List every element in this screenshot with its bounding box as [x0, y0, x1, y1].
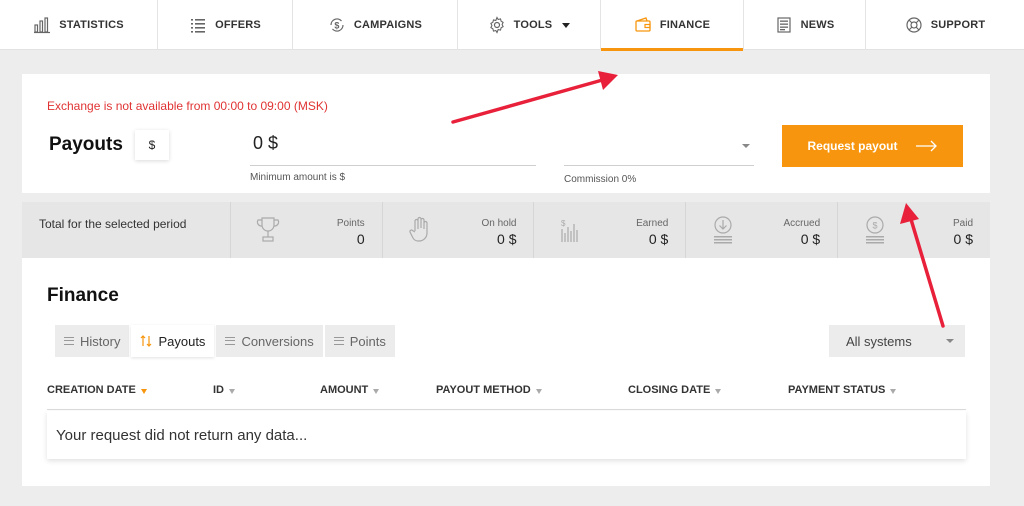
period-totals-bar: Total for the selected period Points 0 O…: [22, 202, 990, 258]
column-payment-status[interactable]: PAYMENT STATUS: [788, 384, 897, 396]
commission-hint: Commission 0%: [564, 174, 637, 185]
tab-conversions-label: Conversions: [241, 333, 314, 349]
nav-statistics-label: STATISTICS: [59, 19, 124, 31]
gear-icon: [489, 16, 504, 34]
sort-icon: [229, 388, 235, 394]
finance-tabs: History Payouts Conversions Points: [55, 325, 397, 357]
systems-filter-select[interactable]: All systems: [829, 325, 965, 357]
empty-results-message: Your request did not return any data...: [47, 411, 966, 459]
top-navigation: STATISTICS OFFERS $ CAMPAIGNS TOOLS FINA…: [0, 0, 1024, 51]
column-payout-method-label: PAYOUT METHOD: [436, 384, 531, 396]
nav-tools[interactable]: TOOLS: [458, 0, 601, 50]
stat-accrued-name: Accrued: [783, 218, 821, 229]
column-amount[interactable]: AMOUNT: [320, 384, 380, 396]
list-icon: [225, 337, 236, 345]
tab-points[interactable]: Points: [324, 325, 395, 357]
column-closing-date-label: CLOSING DATE: [628, 384, 711, 396]
chart-icon: [34, 17, 51, 34]
amount-input[interactable]: 0 $: [250, 130, 536, 166]
nav-finance-label: FINANCE: [659, 19, 711, 31]
period-totals-label: Total for the selected period: [22, 202, 231, 258]
stat-paid: $ Paid 0 $: [838, 202, 990, 258]
svg-text:$: $: [873, 221, 878, 231]
svg-text:$: $: [561, 219, 566, 228]
list-icon: [333, 337, 344, 345]
stat-points: Points 0: [231, 202, 383, 258]
stat-earned-value: 0 $: [648, 231, 669, 247]
sort-icon: [535, 388, 542, 394]
lifebuoy-icon: [906, 17, 922, 33]
chevron-down-icon: [562, 22, 571, 28]
stat-on-hold-name: On hold: [481, 218, 517, 229]
sort-icon: [715, 388, 722, 394]
nav-news-label: NEWS: [800, 19, 835, 31]
sort-arrows-icon: [141, 335, 152, 347]
request-payout-label: Request payout: [807, 139, 898, 153]
nav-finance[interactable]: FINANCE: [601, 0, 744, 51]
exchange-warning: Exchange is not available from 00:00 to …: [47, 99, 328, 113]
chevron-down-icon: [742, 144, 750, 148]
svg-text:$: $: [334, 21, 339, 31]
nav-campaigns-label: CAMPAIGNS: [353, 19, 423, 31]
list-icon: [191, 19, 206, 33]
currency-selector[interactable]: $: [135, 130, 169, 160]
list-icon: [64, 337, 74, 345]
stat-earned: $ Earned 0 $: [534, 202, 687, 258]
nav-support[interactable]: SUPPORT: [866, 0, 1024, 50]
nav-statistics[interactable]: STATISTICS: [0, 0, 158, 50]
column-creation-date-label: CREATION DATE: [47, 384, 136, 396]
download-coin-icon: [714, 216, 733, 244]
hand-icon: [409, 216, 428, 242]
table-header: CREATION DATE ID AMOUNT PAYOUT METHOD CL…: [47, 384, 966, 410]
nav-support-label: SUPPORT: [930, 19, 986, 31]
request-payout-button[interactable]: Request payout: [782, 125, 963, 167]
column-id[interactable]: ID: [213, 384, 235, 396]
sort-icon: [890, 388, 897, 394]
nav-news[interactable]: NEWS: [744, 0, 866, 50]
column-closing-date[interactable]: CLOSING DATE: [628, 384, 722, 396]
chevron-down-icon: [946, 339, 954, 343]
arrow-right-icon: [915, 140, 937, 152]
sort-desc-icon: [140, 388, 147, 394]
column-payout-method[interactable]: PAYOUT METHOD: [436, 384, 542, 396]
newspaper-icon: [776, 17, 791, 33]
finance-heading: Finance: [47, 285, 119, 306]
trophy-icon: [256, 217, 279, 242]
stat-accrued: Accrued 0 $: [686, 202, 839, 258]
coin-stack-icon: $: [866, 216, 885, 244]
column-id-label: ID: [213, 384, 224, 396]
stat-earned-name: Earned: [636, 218, 669, 229]
tab-payouts-label: Payouts: [158, 333, 206, 349]
nav-campaigns[interactable]: $ CAMPAIGNS: [293, 0, 458, 50]
stat-paid-name: Paid: [953, 218, 974, 229]
systems-filter-value: All systems: [846, 333, 912, 349]
column-creation-date[interactable]: CREATION DATE: [47, 384, 147, 396]
bar-chart-dollar-icon: $: [561, 219, 579, 242]
nav-offers[interactable]: OFFERS: [158, 0, 293, 50]
stat-points-name: Points: [336, 218, 365, 229]
dollar-cycle-icon: $: [330, 18, 344, 32]
finance-panel: Finance History Payouts Conversions Poin…: [22, 258, 990, 486]
stat-on-hold-value: 0 $: [497, 231, 517, 247]
nav-tools-label: TOOLS: [513, 19, 553, 31]
nav-offers-label: OFFERS: [215, 19, 261, 31]
stat-on-hold: On hold 0 $: [383, 202, 535, 258]
stat-accrued-value: 0 $: [800, 231, 821, 247]
payout-panel: Exchange is not available from 00:00 to …: [22, 74, 990, 193]
tab-points-label: Points: [349, 333, 386, 349]
column-amount-label: AMOUNT: [320, 384, 369, 396]
stat-paid-value: 0 $: [953, 231, 974, 247]
sort-icon: [373, 388, 380, 394]
wallet-icon: [635, 17, 651, 32]
payout-system-select[interactable]: [564, 130, 754, 166]
tab-history[interactable]: History: [55, 325, 130, 357]
minimum-amount-hint: Minimum amount is $: [250, 172, 346, 183]
tab-conversions[interactable]: Conversions: [216, 325, 323, 357]
column-payment-status-label: PAYMENT STATUS: [788, 384, 886, 396]
tab-history-label: History: [80, 333, 121, 349]
stat-points-value: 0: [356, 231, 365, 247]
tab-payouts[interactable]: Payouts: [131, 325, 215, 357]
payouts-heading: Payouts: [49, 134, 123, 155]
